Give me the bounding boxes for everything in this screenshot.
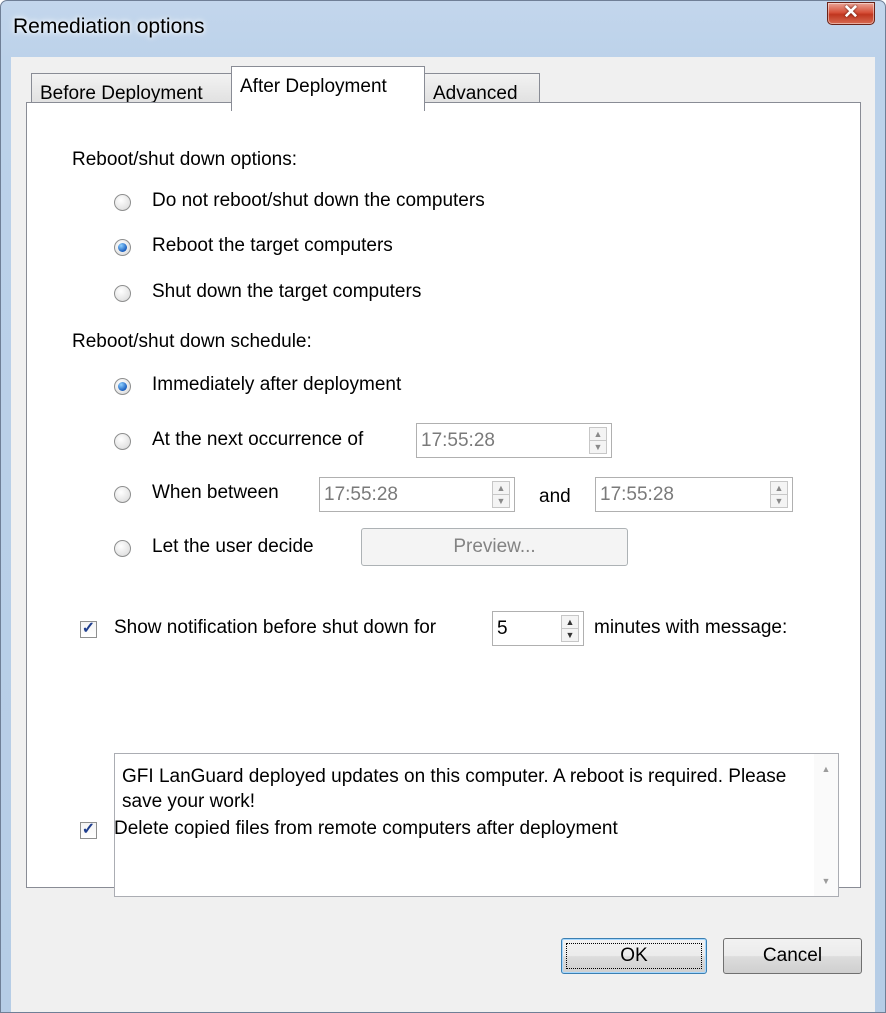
- radio-when-between-label[interactable]: When between: [152, 482, 279, 504]
- radio-no-reboot-label[interactable]: Do not reboot/shut down the computers: [152, 190, 485, 212]
- tab-label: Before Deployment: [40, 83, 203, 104]
- dialog-title: Remediation options: [13, 15, 205, 38]
- notification-message-text: GFI LanGuard deployed updates on this co…: [122, 766, 787, 812]
- checkmark-icon: ✓: [81, 620, 96, 637]
- next-occurrence-time-picker[interactable]: 17:55:28 ▲ ▼: [416, 423, 612, 458]
- after-deployment-panel: Reboot/shut down options: Do not reboot/…: [26, 102, 861, 897]
- radio-reboot-target[interactable]: [114, 239, 131, 256]
- reboot-options-heading: Reboot/shut down options:: [72, 149, 297, 170]
- delete-files-label[interactable]: Delete copied files from remote computer…: [114, 818, 618, 840]
- spin-up-icon[interactable]: ▲: [493, 482, 509, 495]
- message-scrollbar[interactable]: ▲ ▼: [814, 754, 838, 896]
- notification-suffix: minutes with message:: [594, 617, 788, 638]
- radio-immediately[interactable]: [114, 378, 131, 395]
- spin-up-icon[interactable]: ▲: [562, 616, 578, 629]
- title-bar[interactable]: Remediation options ✕: [1, 1, 885, 57]
- checkmark-icon: ✓: [81, 821, 96, 838]
- tab-label: Advanced: [433, 83, 518, 104]
- spin-down-icon[interactable]: ▼: [771, 495, 787, 507]
- radio-when-between[interactable]: [114, 486, 131, 503]
- radio-user-decide-label[interactable]: Let the user decide: [152, 536, 314, 558]
- dialog-body: Before Deployment After Deployment Advan…: [11, 57, 875, 1012]
- spin-down-icon[interactable]: ▼: [590, 441, 606, 453]
- radio-immediately-label[interactable]: Immediately after deployment: [152, 374, 401, 396]
- tab-after-deployment[interactable]: After Deployment: [231, 66, 425, 111]
- spin-buttons: ▲ ▼: [492, 481, 510, 508]
- spin-up-icon[interactable]: ▲: [590, 428, 606, 441]
- radio-reboot-target-label[interactable]: Reboot the target computers: [152, 235, 393, 257]
- remediation-options-dialog: Remediation options ✕ Before Deployment …: [0, 0, 886, 1013]
- between-to-time-value: 17:55:28: [600, 484, 674, 505]
- between-to-time-picker[interactable]: 17:55:28 ▲ ▼: [595, 477, 793, 512]
- cancel-button-label: Cancel: [762, 945, 823, 966]
- notification-minutes-value: 5: [497, 618, 508, 639]
- close-button[interactable]: ✕: [827, 2, 875, 25]
- schedule-heading: Reboot/shut down schedule:: [72, 331, 312, 352]
- cancel-button[interactable]: Cancel: [723, 938, 862, 974]
- radio-no-reboot[interactable]: [114, 194, 131, 211]
- spin-down-icon[interactable]: ▼: [493, 495, 509, 507]
- delete-files-checkbox[interactable]: ✓: [80, 821, 97, 839]
- scroll-down-icon[interactable]: ▼: [814, 876, 838, 886]
- preview-button-label: Preview...: [453, 536, 536, 557]
- notification-label[interactable]: Show notification before shut down for: [114, 617, 436, 639]
- scroll-up-icon[interactable]: ▲: [814, 764, 838, 774]
- next-occurrence-time-value: 17:55:28: [421, 430, 495, 451]
- focus-ring: [566, 943, 702, 969]
- spin-buttons: ▲ ▼: [561, 615, 579, 642]
- radio-next-occurrence[interactable]: [114, 433, 131, 450]
- radio-shutdown-target-label[interactable]: Shut down the target computers: [152, 281, 421, 303]
- between-from-time-picker[interactable]: 17:55:28 ▲ ▼: [319, 477, 515, 512]
- spin-up-icon[interactable]: ▲: [771, 482, 787, 495]
- radio-next-occurrence-label[interactable]: At the next occurrence of: [152, 429, 363, 451]
- notification-minutes-spinner[interactable]: 5 ▲ ▼: [492, 611, 584, 646]
- radio-user-decide[interactable]: [114, 540, 131, 557]
- ok-button[interactable]: OK: [561, 938, 707, 974]
- tab-label: After Deployment: [240, 76, 387, 97]
- spin-buttons: ▲ ▼: [770, 481, 788, 508]
- preview-button[interactable]: Preview...: [361, 528, 628, 566]
- notification-checkbox[interactable]: ✓: [80, 620, 97, 638]
- spin-down-icon[interactable]: ▼: [562, 629, 578, 641]
- radio-shutdown-target[interactable]: [114, 285, 131, 302]
- between-from-time-value: 17:55:28: [324, 484, 398, 505]
- spin-buttons: ▲ ▼: [589, 427, 607, 454]
- close-icon: ✕: [843, 2, 859, 23]
- and-label: and: [539, 486, 571, 507]
